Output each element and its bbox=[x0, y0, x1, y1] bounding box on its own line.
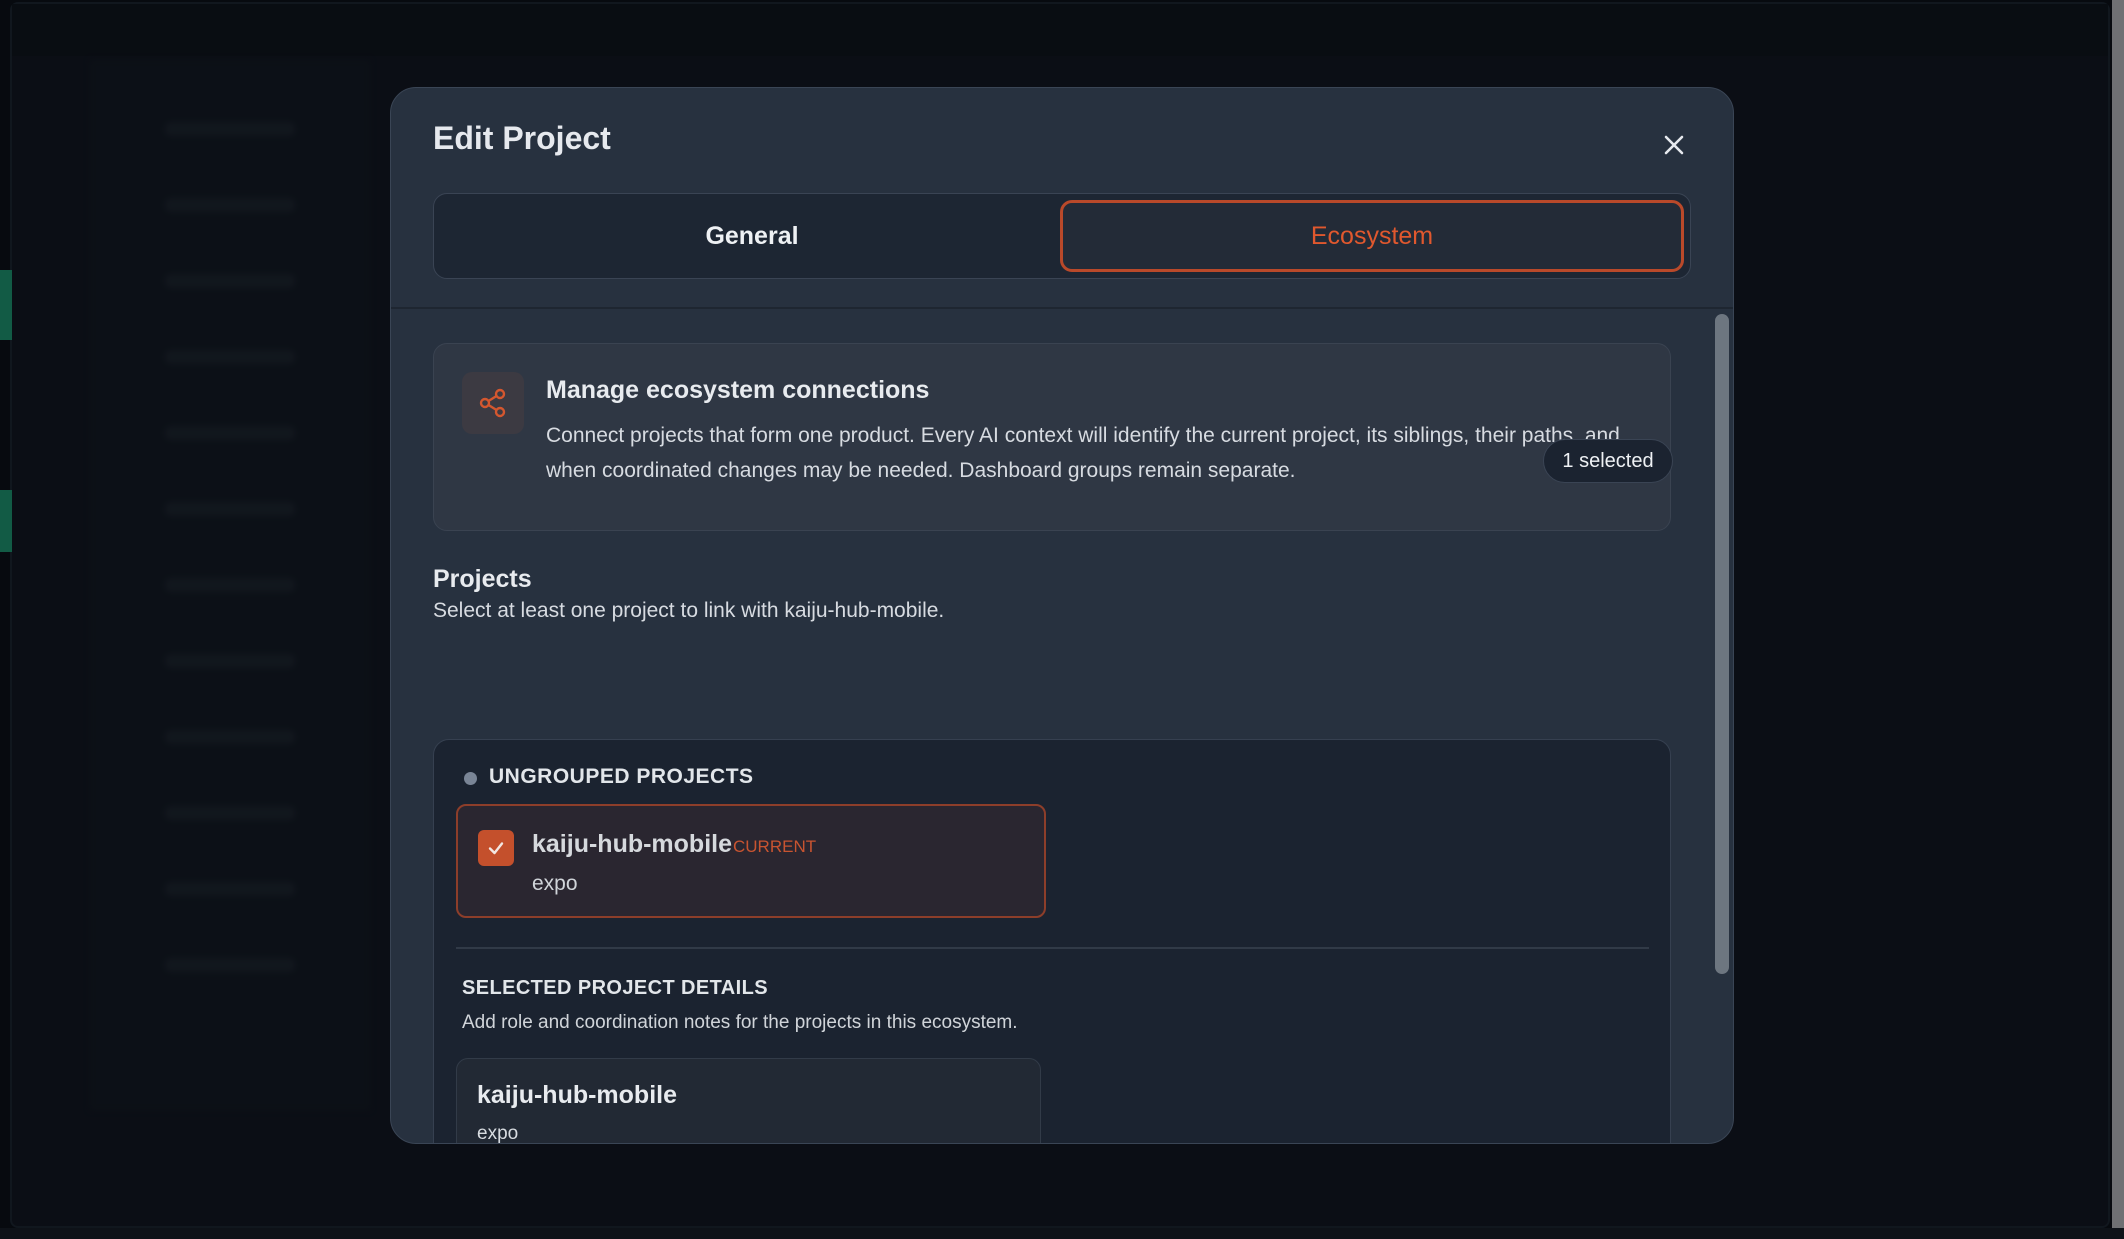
group-dot-icon bbox=[464, 772, 477, 785]
projects-title: Projects bbox=[433, 565, 532, 593]
info-title: Manage ecosystem connections bbox=[546, 376, 930, 404]
edit-project-modal: Edit Project General Ecosystem Manage ec… bbox=[390, 87, 1734, 1144]
info-description: Connect projects that form one product. … bbox=[546, 424, 1620, 482]
tab-bar: General Ecosystem bbox=[433, 193, 1691, 279]
divider bbox=[456, 947, 1649, 949]
detail-project-name: kaiju-hub-mobile bbox=[477, 1081, 677, 1109]
check-icon bbox=[488, 842, 504, 855]
info-card: Manage ecosystem connections Connect pro… bbox=[433, 343, 1671, 531]
project-detail-card: kaiju-hub-mobile expo bbox=[456, 1058, 1041, 1144]
project-group-panel: UNGROUPED PROJECTS kaiju-hub-mobile CURR… bbox=[433, 739, 1671, 1144]
details-title: SELECTED PROJECT DETAILS bbox=[462, 977, 768, 999]
project-checkbox[interactable] bbox=[478, 830, 514, 866]
project-name: kaiju-hub-mobile bbox=[532, 830, 732, 858]
tab-ecosystem[interactable]: Ecosystem bbox=[1060, 200, 1684, 272]
projects-subtitle: Select at least one project to link with… bbox=[433, 599, 945, 622]
tab-general[interactable]: General bbox=[440, 200, 1064, 272]
project-type: expo bbox=[532, 872, 578, 895]
details-subtitle: Add role and coordination notes for the … bbox=[462, 1012, 1018, 1033]
selected-count-badge: 1 selected bbox=[1543, 439, 1673, 483]
current-badge: CURRENT bbox=[733, 837, 817, 856]
group-label: UNGROUPED PROJECTS bbox=[489, 765, 754, 788]
detail-project-type: expo bbox=[477, 1123, 519, 1144]
modal-content-scroll[interactable]: Manage ecosystem connections Connect pro… bbox=[391, 309, 1733, 1144]
share-icon bbox=[462, 372, 524, 434]
close-icon bbox=[1664, 135, 1684, 155]
modal-title: Edit Project bbox=[433, 120, 611, 156]
scrollbar-thumb[interactable] bbox=[1715, 314, 1729, 974]
project-card[interactable]: kaiju-hub-mobile CURRENT expo bbox=[456, 804, 1046, 918]
close-button[interactable] bbox=[1657, 128, 1691, 162]
